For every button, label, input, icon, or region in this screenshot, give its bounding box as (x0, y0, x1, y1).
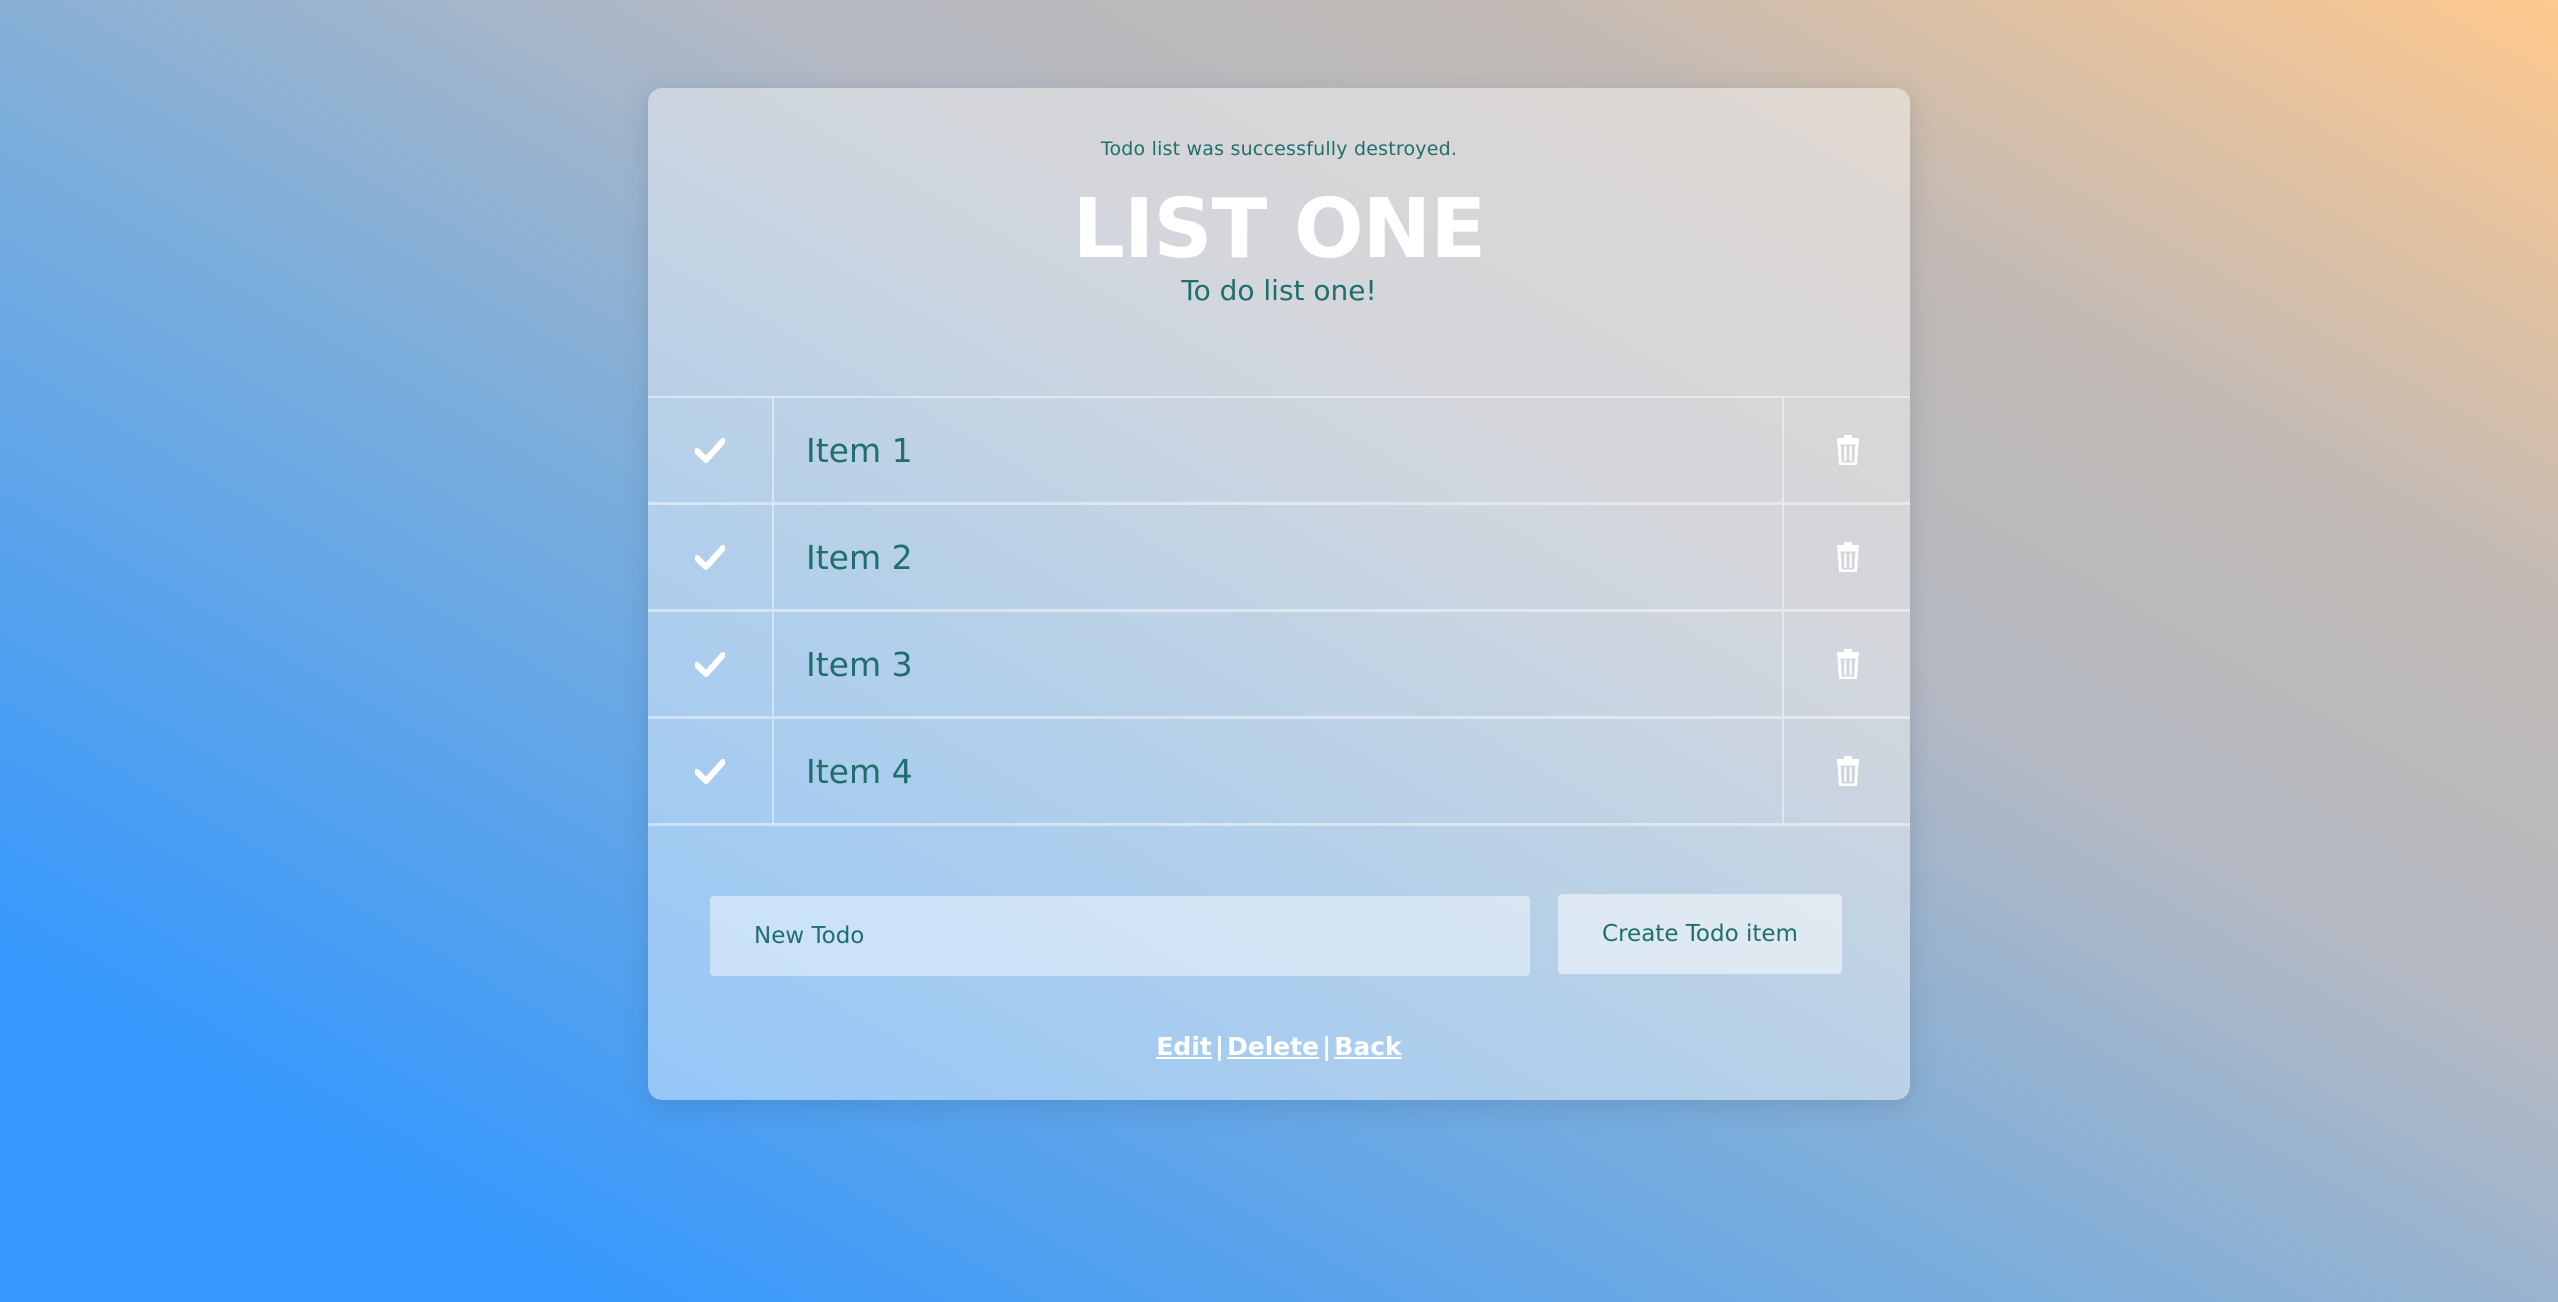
trash-icon (1837, 649, 1859, 679)
complete-item-button[interactable] (648, 612, 774, 716)
trash-icon (1837, 542, 1859, 572)
delete-item-button[interactable] (1786, 612, 1910, 716)
edit-link[interactable]: Edit (1156, 1032, 1212, 1061)
check-icon (695, 759, 725, 784)
delete-item-button[interactable] (1786, 398, 1910, 502)
link-separator: | (1214, 1032, 1224, 1061)
delete-link[interactable]: Delete (1227, 1032, 1319, 1061)
delete-item-button[interactable] (1786, 505, 1910, 609)
check-icon (695, 652, 725, 677)
todo-item-text: Item 4 (774, 719, 1784, 823)
todo-item-row: Item 4 (648, 719, 1910, 826)
todo-item-text: Item 1 (774, 398, 1784, 502)
todo-list-card: Todo list was successfully destroyed. LI… (648, 88, 1910, 1100)
back-link[interactable]: Back (1334, 1032, 1401, 1061)
complete-item-button[interactable] (648, 505, 774, 609)
complete-item-button[interactable] (648, 398, 774, 502)
trash-icon (1837, 435, 1859, 465)
todo-items-list: Item 1 Item 2 Item 3 Item 4 (648, 396, 1910, 826)
todo-item-row: Item 2 (648, 505, 1910, 612)
flash-notice: Todo list was successfully destroyed. (1100, 138, 1458, 160)
check-icon (695, 545, 725, 570)
complete-item-button[interactable] (648, 719, 774, 823)
todo-item-row: Item 3 (648, 612, 1910, 719)
check-icon (695, 438, 725, 463)
todo-item-text: Item 3 (774, 612, 1784, 716)
todo-item-text: Item 2 (774, 505, 1784, 609)
link-separator: | (1322, 1032, 1332, 1061)
create-todo-item-button[interactable]: Create Todo item (1558, 894, 1842, 974)
new-todo-input[interactable] (710, 896, 1530, 976)
todo-item-row: Item 1 (648, 398, 1910, 505)
delete-item-button[interactable] (1786, 719, 1910, 823)
trash-icon (1837, 756, 1859, 786)
footer-links: Edit | Delete | Back (648, 1032, 1910, 1061)
list-title: LIST ONE (1072, 182, 1487, 277)
list-description: To do list one! (1181, 274, 1377, 307)
